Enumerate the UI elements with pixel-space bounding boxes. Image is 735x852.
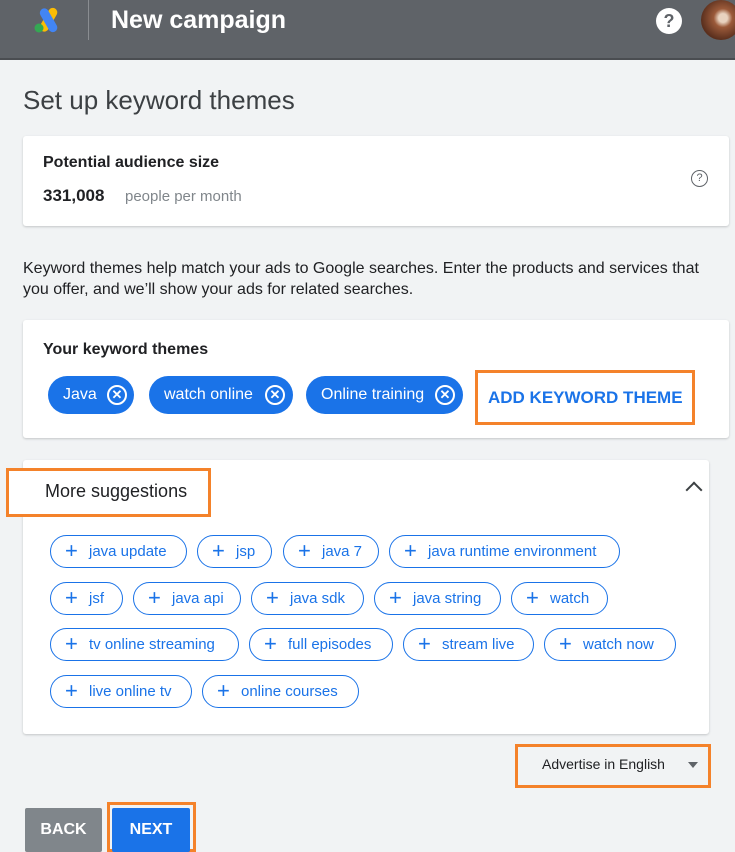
- plus-icon: +: [65, 538, 78, 563]
- language-prefix: Advertise in: [542, 756, 616, 772]
- plus-icon: +: [217, 678, 230, 703]
- plus-icon: +: [559, 631, 572, 656]
- suggestion-chip[interactable]: + java update: [50, 535, 187, 568]
- plus-icon: +: [404, 538, 417, 563]
- remove-chip-icon[interactable]: ✕: [107, 385, 127, 405]
- chip-label: watch online: [164, 386, 253, 403]
- suggestion-chip[interactable]: + java sdk: [251, 582, 364, 615]
- plus-icon: +: [212, 538, 225, 563]
- suggestion-chip[interactable]: + java api: [133, 582, 241, 615]
- audience-size-card: Potential audience size 331,008 people p…: [23, 136, 729, 226]
- help-icon[interactable]: ?: [656, 8, 682, 34]
- audience-size-value: 331,008: [43, 186, 105, 205]
- plus-icon: +: [264, 631, 277, 656]
- app-title: New campaign: [111, 6, 287, 34]
- plus-icon: +: [389, 585, 402, 610]
- dropdown-arrow-icon[interactable]: [688, 762, 698, 768]
- plus-icon: +: [298, 538, 311, 563]
- plus-icon: +: [65, 678, 78, 703]
- audience-size-unit: people per month: [125, 188, 242, 205]
- add-keyword-theme-button[interactable]: ADD KEYWORD THEME: [475, 370, 695, 425]
- plus-icon: +: [266, 585, 279, 610]
- google-ads-logo-icon: [34, 7, 58, 33]
- page-title: Set up keyword themes: [23, 85, 295, 115]
- back-button[interactable]: BACK: [25, 808, 102, 852]
- suggestion-chip[interactable]: + online courses: [202, 675, 359, 708]
- suggestion-chip[interactable]: + java string: [374, 582, 501, 615]
- plus-icon: +: [526, 585, 539, 610]
- suggestion-chip[interactable]: + tv online streaming: [50, 628, 239, 661]
- keyword-chip-java: Java ✕: [48, 376, 134, 414]
- chip-label: Online training: [321, 386, 425, 403]
- help-circle-icon[interactable]: ?: [691, 170, 708, 187]
- language-selector[interactable]: Advertise in English: [542, 756, 665, 772]
- suggestion-chip[interactable]: + java runtime environment: [389, 535, 620, 568]
- next-button[interactable]: NEXT: [112, 808, 190, 852]
- suggestion-chip[interactable]: + jsf: [50, 582, 123, 615]
- remove-chip-icon[interactable]: ✕: [265, 385, 285, 405]
- avatar[interactable]: [701, 0, 735, 40]
- more-suggestions-title[interactable]: More suggestions: [45, 481, 187, 502]
- suggestion-chip[interactable]: + live online tv: [50, 675, 192, 708]
- suggestion-chip[interactable]: + watch now: [544, 628, 676, 661]
- suggestion-chip[interactable]: + jsp: [197, 535, 272, 568]
- plus-icon: +: [148, 585, 161, 610]
- header-divider: [88, 0, 89, 40]
- plus-icon: +: [65, 631, 78, 656]
- suggestion-chip[interactable]: + java 7: [283, 535, 379, 568]
- language-value: English: [619, 756, 665, 772]
- suggestion-chip[interactable]: + watch: [511, 582, 608, 615]
- keyword-chip-watch-online: watch online ✕: [149, 376, 293, 414]
- plus-icon: +: [65, 585, 78, 610]
- keyword-themes-description: Keyword themes help match your ads to Go…: [23, 260, 699, 298]
- keyword-themes-label: Your keyword themes: [43, 341, 209, 358]
- audience-size-label: Potential audience size: [43, 154, 220, 171]
- plus-icon: +: [418, 631, 431, 656]
- remove-chip-icon[interactable]: ✕: [435, 385, 455, 405]
- suggestion-chip[interactable]: + full episodes: [249, 628, 393, 661]
- keyword-chip-online-training: Online training ✕: [306, 376, 463, 414]
- chip-label: Java: [63, 386, 97, 403]
- suggestion-chip[interactable]: + stream live: [403, 628, 534, 661]
- top-app-bar: New campaign ?: [0, 0, 735, 60]
